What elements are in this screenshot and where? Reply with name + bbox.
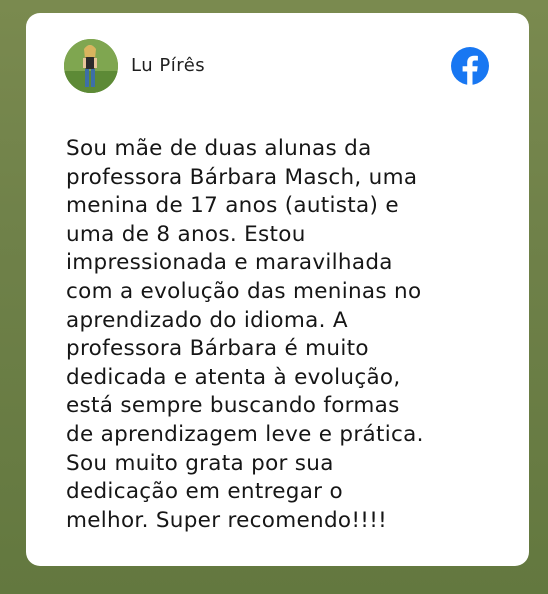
avatar-photo [64,39,118,93]
post-header: Lu Pírês [64,39,489,95]
testimonial-card: Lu Pírês Sou mãe de duas alunas da profe… [26,13,529,566]
post-text: Sou mãe de duas alunas da professora Bár… [66,136,424,533]
avatar[interactable] [64,39,118,93]
author-name[interactable]: Lu Pírês [131,55,205,76]
facebook-icon[interactable] [451,47,489,85]
